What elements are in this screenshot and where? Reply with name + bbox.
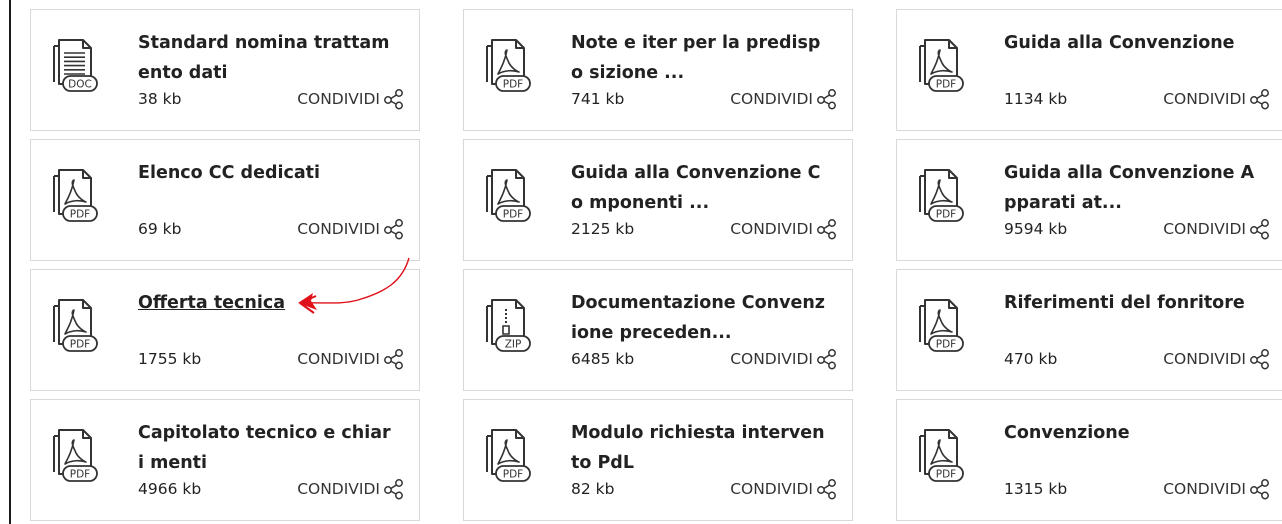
share-label: CONDIVIDI xyxy=(297,220,380,238)
pdf-file-icon[interactable]: PDF xyxy=(916,36,964,94)
attachments-grid: DOC Standard nomina trattam ento dati 38 k… xyxy=(0,0,1282,524)
share-icon[interactable] xyxy=(383,88,405,110)
share-icon[interactable] xyxy=(1249,348,1271,370)
file-size: 69 kb xyxy=(138,220,182,238)
file-title-link[interactable]: Documentazione Convenz ione preceden... xyxy=(571,288,829,348)
file-title-link[interactable]: Standard nomina trattam ento dati xyxy=(138,28,396,88)
file-size: 4966 kb xyxy=(138,480,202,498)
file-card[interactable]: PDF Guida alla Convenzione Co mponenti ..… xyxy=(463,139,853,261)
file-size: 38 kb xyxy=(138,90,182,108)
file-card[interactable]: PDF Modulo richiesta interven to PdL 82 kb… xyxy=(463,399,853,521)
file-card[interactable]: PDF Convenzione 1315 kb CONDIVIDI xyxy=(896,399,1282,521)
file-card[interactable]: PDF Riferimenti del fonritore 470 kb CONDIV… xyxy=(896,269,1282,391)
share-label: CONDIVIDI xyxy=(1163,480,1246,498)
share-label: CONDIVIDI xyxy=(297,90,380,108)
svg-text:PDF: PDF xyxy=(936,469,956,481)
svg-text:PDF: PDF xyxy=(936,209,956,221)
file-title-link[interactable]: Capitolato tecnico e chiari menti xyxy=(138,418,396,478)
svg-text:PDF: PDF xyxy=(70,339,90,351)
pdf-file-icon[interactable]: PDF xyxy=(483,426,531,484)
file-card[interactable]: PDF Offerta tecnica 1755 kb CONDIVIDI xyxy=(30,269,420,391)
share-button[interactable]: CONDIVIDI xyxy=(297,478,405,500)
pdf-file-icon[interactable]: PDF xyxy=(916,426,964,484)
share-icon[interactable] xyxy=(816,218,838,240)
share-icon[interactable] xyxy=(816,348,838,370)
share-label: CONDIVIDI xyxy=(297,480,380,498)
share-button[interactable]: CONDIVIDI xyxy=(297,218,405,240)
share-icon[interactable] xyxy=(383,348,405,370)
zip-file-icon[interactable]: ZIP xyxy=(483,296,531,354)
doc-file-icon[interactable]: DOC xyxy=(50,36,98,94)
file-size: 741 kb xyxy=(571,90,625,108)
share-icon[interactable] xyxy=(1249,478,1271,500)
svg-text:PDF: PDF xyxy=(936,339,956,351)
file-card[interactable]: DOC Standard nomina trattam ento dati 38 k… xyxy=(30,9,420,131)
svg-text:DOC: DOC xyxy=(68,79,92,91)
file-size: 1134 kb xyxy=(1004,90,1068,108)
file-card[interactable]: PDF Capitolato tecnico e chiari menti 4966… xyxy=(30,399,420,521)
share-icon[interactable] xyxy=(383,478,405,500)
share-label: CONDIVIDI xyxy=(1163,90,1246,108)
share-icon[interactable] xyxy=(816,478,838,500)
svg-text:PDF: PDF xyxy=(936,79,956,91)
share-label: CONDIVIDI xyxy=(730,90,813,108)
file-title-link[interactable]: Offerta tecnica xyxy=(138,288,396,318)
file-card[interactable]: PDF Note e iter per la predispo sizione .… xyxy=(463,9,853,131)
file-title-link[interactable]: Note e iter per la predispo sizione ... xyxy=(571,28,829,88)
file-size: 1315 kb xyxy=(1004,480,1068,498)
pdf-file-icon[interactable]: PDF xyxy=(50,296,98,354)
share-icon[interactable] xyxy=(1249,88,1271,110)
share-button[interactable]: CONDIVIDI xyxy=(1163,218,1271,240)
share-button[interactable]: CONDIVIDI xyxy=(730,218,838,240)
file-title-link[interactable]: Convenzione xyxy=(1004,418,1262,448)
share-icon[interactable] xyxy=(383,218,405,240)
share-icon[interactable] xyxy=(816,88,838,110)
share-button[interactable]: CONDIVIDI xyxy=(1163,348,1271,370)
share-label: CONDIVIDI xyxy=(1163,220,1246,238)
share-button[interactable]: CONDIVIDI xyxy=(1163,88,1271,110)
file-card[interactable]: PDF Guida alla Convenzione 1134 kb CONDIVID… xyxy=(896,9,1282,131)
pdf-file-icon[interactable]: PDF xyxy=(483,166,531,224)
share-button[interactable]: CONDIVIDI xyxy=(297,88,405,110)
share-button[interactable]: CONDIVIDI xyxy=(730,88,838,110)
svg-text:PDF: PDF xyxy=(503,209,523,221)
file-size: 82 kb xyxy=(571,480,615,498)
file-title-link[interactable]: Elenco CC dedicati xyxy=(138,158,396,188)
share-button[interactable]: CONDIVIDI xyxy=(1163,478,1271,500)
pdf-file-icon[interactable]: PDF xyxy=(916,166,964,224)
file-size: 6485 kb xyxy=(571,350,635,368)
file-card[interactable]: ZIP Documentazione Convenz ione preceden.… xyxy=(463,269,853,391)
file-title-link[interactable]: Riferimenti del fonritore xyxy=(1004,288,1262,318)
file-title-link[interactable]: Guida alla Convenzione A pparati at... xyxy=(1004,158,1262,218)
svg-text:PDF: PDF xyxy=(503,469,523,481)
pdf-file-icon[interactable]: PDF xyxy=(916,296,964,354)
file-title-link[interactable]: Modulo richiesta interven to PdL xyxy=(571,418,829,478)
share-label: CONDIVIDI xyxy=(1163,350,1246,368)
file-title-link[interactable]: Guida alla Convenzione xyxy=(1004,28,1262,58)
share-button[interactable]: CONDIVIDI xyxy=(297,348,405,370)
share-icon[interactable] xyxy=(1249,218,1271,240)
file-size: 1755 kb xyxy=(138,350,202,368)
share-button[interactable]: CONDIVIDI xyxy=(730,348,838,370)
svg-text:ZIP: ZIP xyxy=(505,339,522,351)
file-size: 2125 kb xyxy=(571,220,635,238)
file-size: 9594 kb xyxy=(1004,220,1068,238)
share-label: CONDIVIDI xyxy=(730,220,813,238)
file-card[interactable]: PDF Elenco CC dedicati 69 kb CONDIVIDI xyxy=(30,139,420,261)
svg-text:PDF: PDF xyxy=(70,469,90,481)
share-label: CONDIVIDI xyxy=(730,480,813,498)
file-title-link[interactable]: Guida alla Convenzione Co mponenti ... xyxy=(571,158,829,218)
file-card[interactable]: PDF Guida alla Convenzione A pparati at..… xyxy=(896,139,1282,261)
pdf-file-icon[interactable]: PDF xyxy=(50,426,98,484)
share-label: CONDIVIDI xyxy=(297,350,380,368)
share-label: CONDIVIDI xyxy=(730,350,813,368)
share-button[interactable]: CONDIVIDI xyxy=(730,478,838,500)
pdf-file-icon[interactable]: PDF xyxy=(50,166,98,224)
svg-text:PDF: PDF xyxy=(503,79,523,91)
pdf-file-icon[interactable]: PDF xyxy=(483,36,531,94)
svg-text:PDF: PDF xyxy=(70,209,90,221)
file-size: 470 kb xyxy=(1004,350,1058,368)
